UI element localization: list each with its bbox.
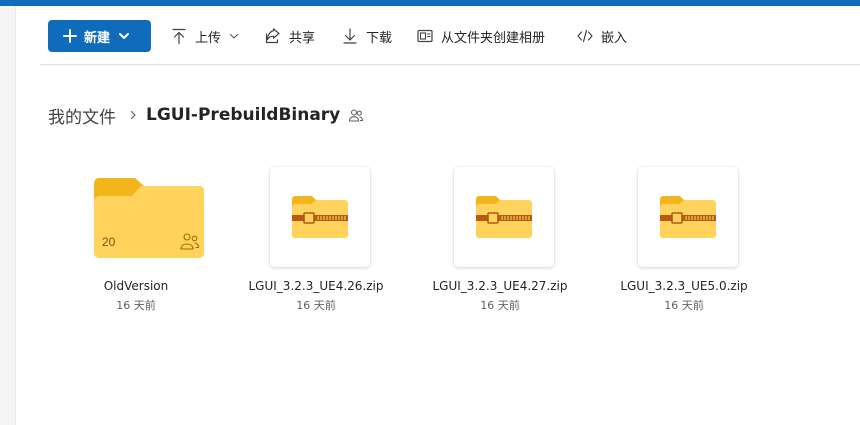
breadcrumb: 我的文件 LGUI-PrebuildBinary: [48, 102, 364, 128]
item-date: 16 天前: [664, 299, 704, 312]
item-name: OldVersion: [103, 279, 169, 293]
chevron-right-icon: [130, 110, 136, 120]
create-album-label: 从文件夹创建相册: [441, 30, 546, 46]
file-tile-lgui-ue4-26[interactable]: LGUI_3.2.3_UE4.26.zip 16 天前: [224, 166, 408, 316]
share-button[interactable]: 共享: [264, 20, 315, 52]
folder-icon: 20: [94, 178, 204, 258]
file-tile-lgui-ue4-27[interactable]: LGUI_3.2.3_UE4.27.zip 16 天前: [408, 166, 592, 316]
shared-people-icon: [349, 109, 364, 122]
new-button[interactable]: 新建: [48, 20, 151, 52]
embed-label: 嵌入: [601, 30, 628, 46]
zip-folder-icon: [292, 196, 348, 238]
upload-button[interactable]: 上传: [170, 20, 239, 52]
embed-button[interactable]: 嵌入: [576, 20, 627, 52]
item-name: LGUI_3.2.3_UE5.0.zip: [620, 279, 748, 293]
download-button[interactable]: 下载: [341, 20, 392, 52]
plus-icon: [63, 29, 77, 43]
chevron-down-icon: [229, 33, 239, 39]
download-label: 下载: [366, 30, 393, 46]
command-bar-divider: [40, 64, 860, 65]
folder-item-count: 20: [102, 235, 116, 249]
folder-tile-oldversion[interactable]: 20 OldVersion 16 天前: [44, 166, 228, 316]
breadcrumb-current: LGUI-PrebuildBinary: [146, 105, 341, 125]
item-name: LGUI_3.2.3_UE4.26.zip: [248, 279, 384, 293]
zip-folder-icon: [660, 196, 716, 238]
item-date: 16 天前: [296, 299, 336, 312]
code-icon: [577, 29, 593, 43]
upload-icon: [172, 28, 186, 45]
left-nav-pane: [0, 6, 16, 425]
file-thumbnail: [270, 167, 370, 267]
item-date: 16 天前: [116, 299, 156, 312]
file-thumbnail: [638, 167, 738, 267]
album-icon: [417, 29, 433, 43]
command-bar: 新建 上传 共享 下载 从文件夹创建相册 嵌入: [16, 6, 860, 65]
item-name: LGUI_3.2.3_UE4.27.zip: [432, 279, 568, 293]
download-icon: [343, 28, 357, 44]
chevron-down-icon: [119, 33, 130, 39]
share-label: 共享: [289, 30, 316, 46]
zip-folder-icon: [476, 196, 532, 238]
upload-label: 上传: [195, 30, 222, 46]
new-button-label: 新建: [84, 30, 111, 46]
breadcrumb-root[interactable]: 我的文件: [48, 103, 116, 128]
share-icon: [265, 28, 280, 44]
item-date: 16 天前: [480, 299, 520, 312]
file-thumbnail: [454, 167, 554, 267]
create-album-button[interactable]: 从文件夹创建相册: [416, 20, 545, 52]
file-tile-lgui-ue5-0[interactable]: LGUI_3.2.3_UE5.0.zip 16 天前: [592, 166, 776, 316]
